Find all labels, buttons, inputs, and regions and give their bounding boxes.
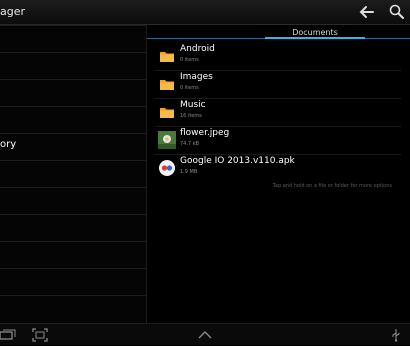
home-up-icon[interactable] [197,327,213,341]
screenshot-icon[interactable] [32,327,48,342]
search-icon[interactable] [387,2,407,22]
folder-icon [158,47,176,65]
image-thumbnail-icon [158,131,176,149]
list-item[interactable]: Images 0 items [147,70,410,98]
left-pane: ory [0,25,146,323]
left-divider [0,295,146,296]
left-divider [0,268,146,269]
left-divider [0,79,146,80]
file-name: Music [180,100,206,110]
left-divider [0,160,146,161]
file-meta: 16 items [180,113,202,119]
list-item[interactable]: flower.jpeg 74.7 kB [147,126,410,154]
left-divider [0,25,146,26]
file-meta: 0 items [180,85,199,91]
list-item[interactable]: Google IO 2013.v110.apk 1.9 MB [147,154,410,182]
list-item[interactable]: Android 0 items [147,42,410,70]
hint-text: Tap and hold on a file or folder for mor… [272,183,392,189]
list-item[interactable]: Music 16 items [147,98,410,126]
file-meta: 74.7 kB [180,141,200,147]
left-divider [0,52,146,53]
io-app-icon [158,159,176,177]
app-title: ager [0,5,26,18]
left-pane-label[interactable]: ory [0,139,16,150]
left-divider [0,187,146,188]
file-name: flower.jpeg [180,128,230,138]
system-navigation-bar [0,323,410,345]
folder-icon [158,103,176,121]
left-divider [0,106,146,107]
recent-apps-icon[interactable] [0,327,16,341]
file-meta: 1.9 MB [180,169,198,175]
right-pane: Documents Android 0 items Images 0 items [147,25,410,323]
back-arrow-icon[interactable] [357,2,377,22]
action-bar: ager [0,0,410,25]
tab-indicator [265,37,365,39]
left-divider [0,241,146,242]
file-meta: 0 items [180,57,199,63]
file-name: Android [180,44,215,54]
left-divider [0,214,146,215]
usb-icon [388,327,404,342]
folder-icon [158,75,176,93]
file-name: Google IO 2013.v110.apk [180,156,295,166]
left-divider [0,133,146,134]
file-name: Images [180,72,213,82]
